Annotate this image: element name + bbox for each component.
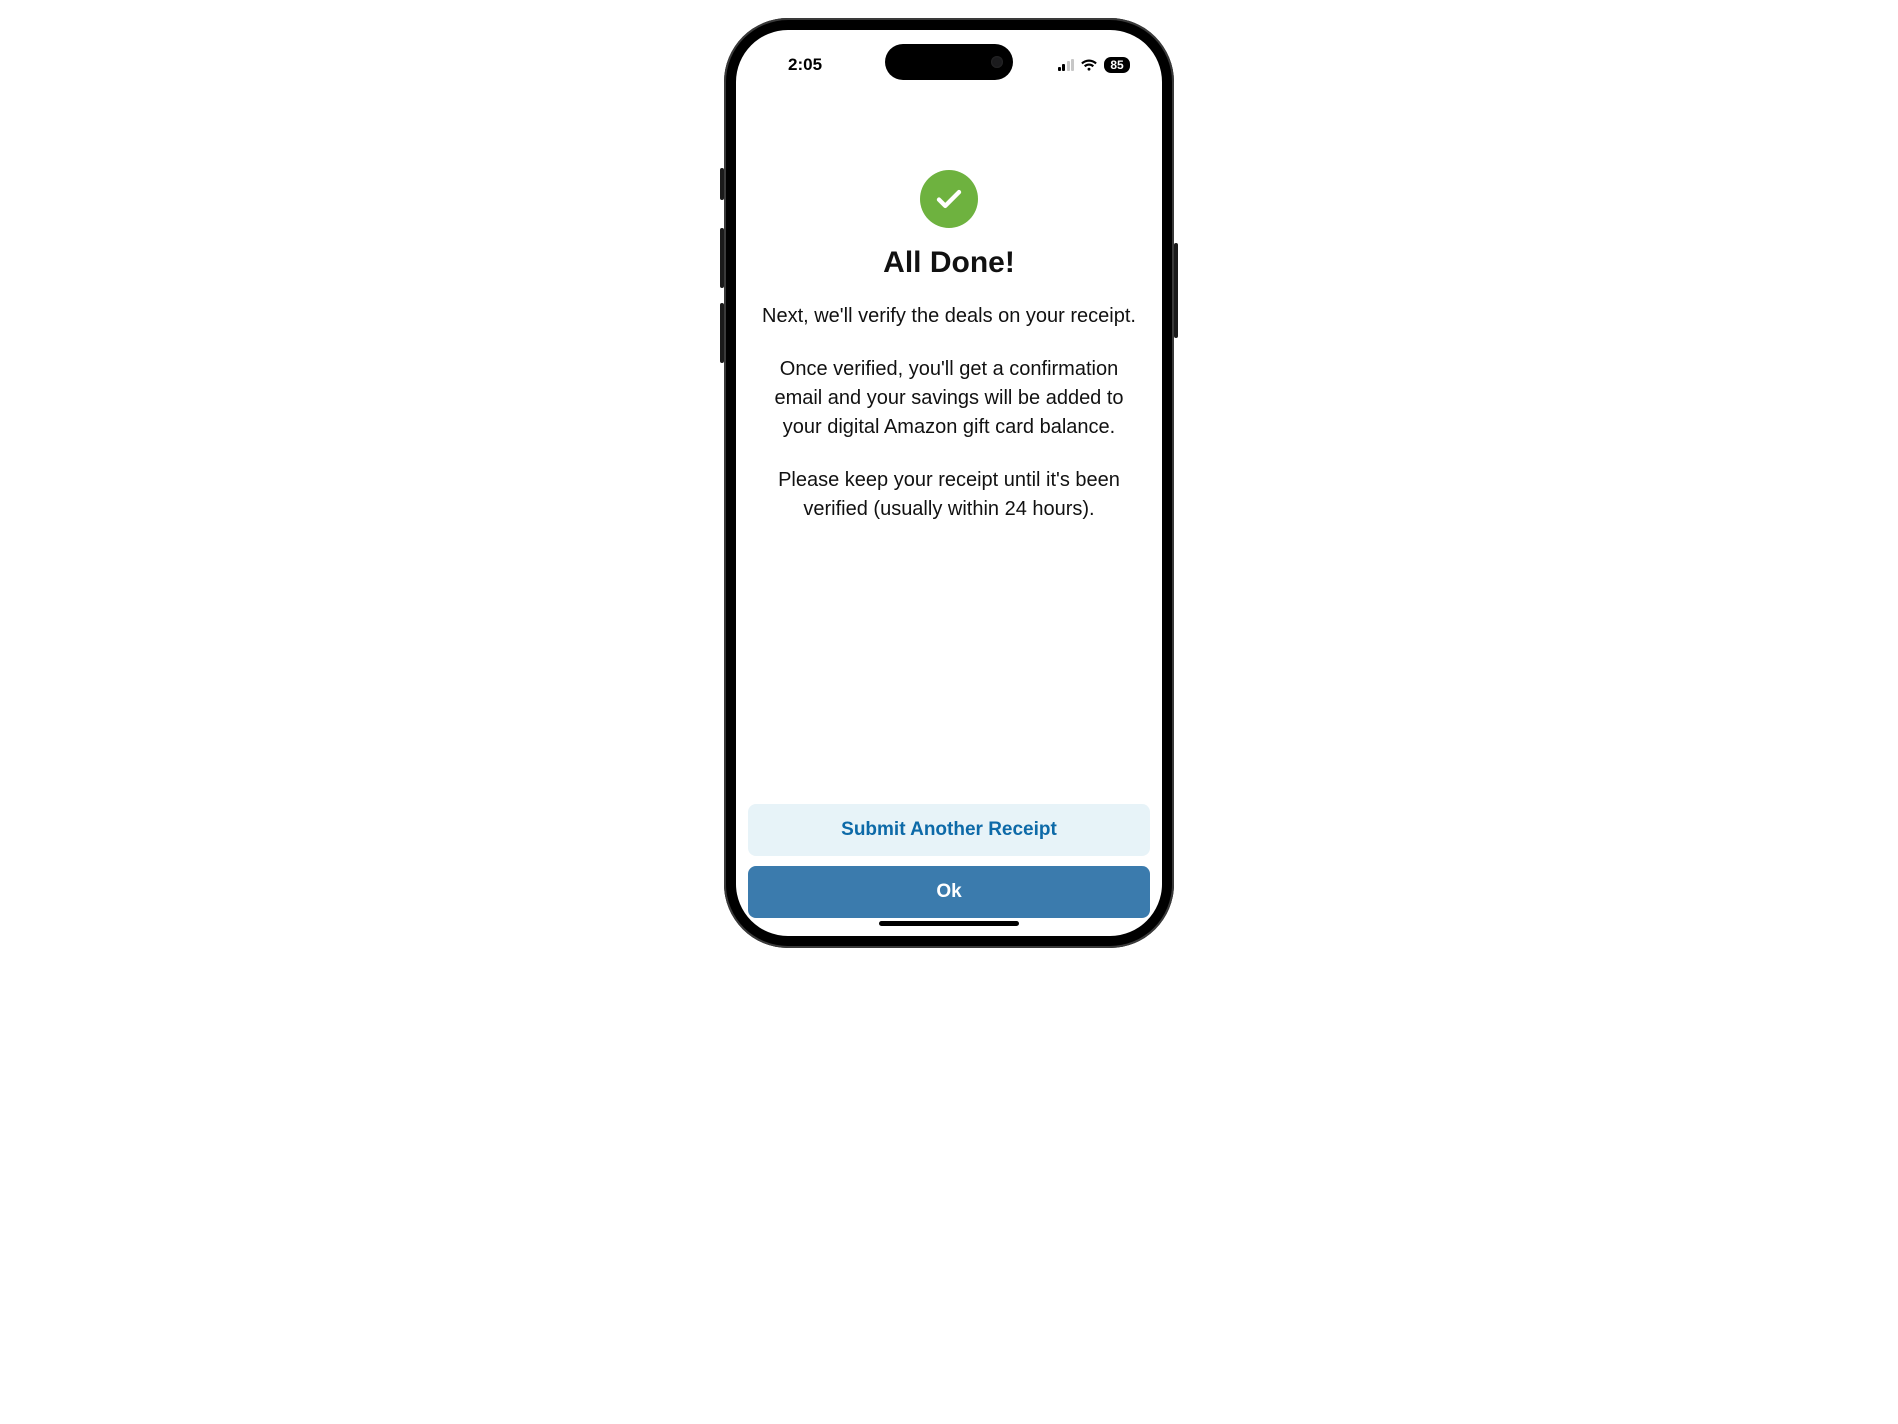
success-check-icon xyxy=(920,170,978,228)
side-button-volume-up xyxy=(720,228,724,288)
battery-level: 85 xyxy=(1104,57,1130,73)
submit-another-receipt-button[interactable]: Submit Another Receipt xyxy=(748,804,1150,856)
paragraph-1: Next, we'll verify the deals on your rec… xyxy=(758,302,1140,331)
side-button-power xyxy=(1174,243,1178,338)
screen: 2:05 85 All Done! Nex xyxy=(736,30,1162,936)
cellular-signal-icon xyxy=(1058,59,1075,71)
phone-frame: 2:05 85 All Done! Nex xyxy=(724,18,1174,948)
home-indicator[interactable] xyxy=(879,921,1019,926)
dynamic-island xyxy=(885,44,1013,80)
button-area: Submit Another Receipt Ok xyxy=(736,804,1162,936)
side-button-silent xyxy=(720,168,724,200)
wifi-icon xyxy=(1080,58,1098,72)
main-content: All Done! Next, we'll verify the deals o… xyxy=(736,86,1162,804)
side-button-volume-down xyxy=(720,303,724,363)
status-time: 2:05 xyxy=(764,55,822,75)
paragraph-3: Please keep your receipt until it's been… xyxy=(750,466,1148,524)
front-camera-icon xyxy=(991,56,1003,68)
paragraph-2: Once verified, you'll get a confirmation… xyxy=(750,355,1148,442)
page-title: All Done! xyxy=(883,246,1015,280)
ok-button[interactable]: Ok xyxy=(748,866,1150,918)
